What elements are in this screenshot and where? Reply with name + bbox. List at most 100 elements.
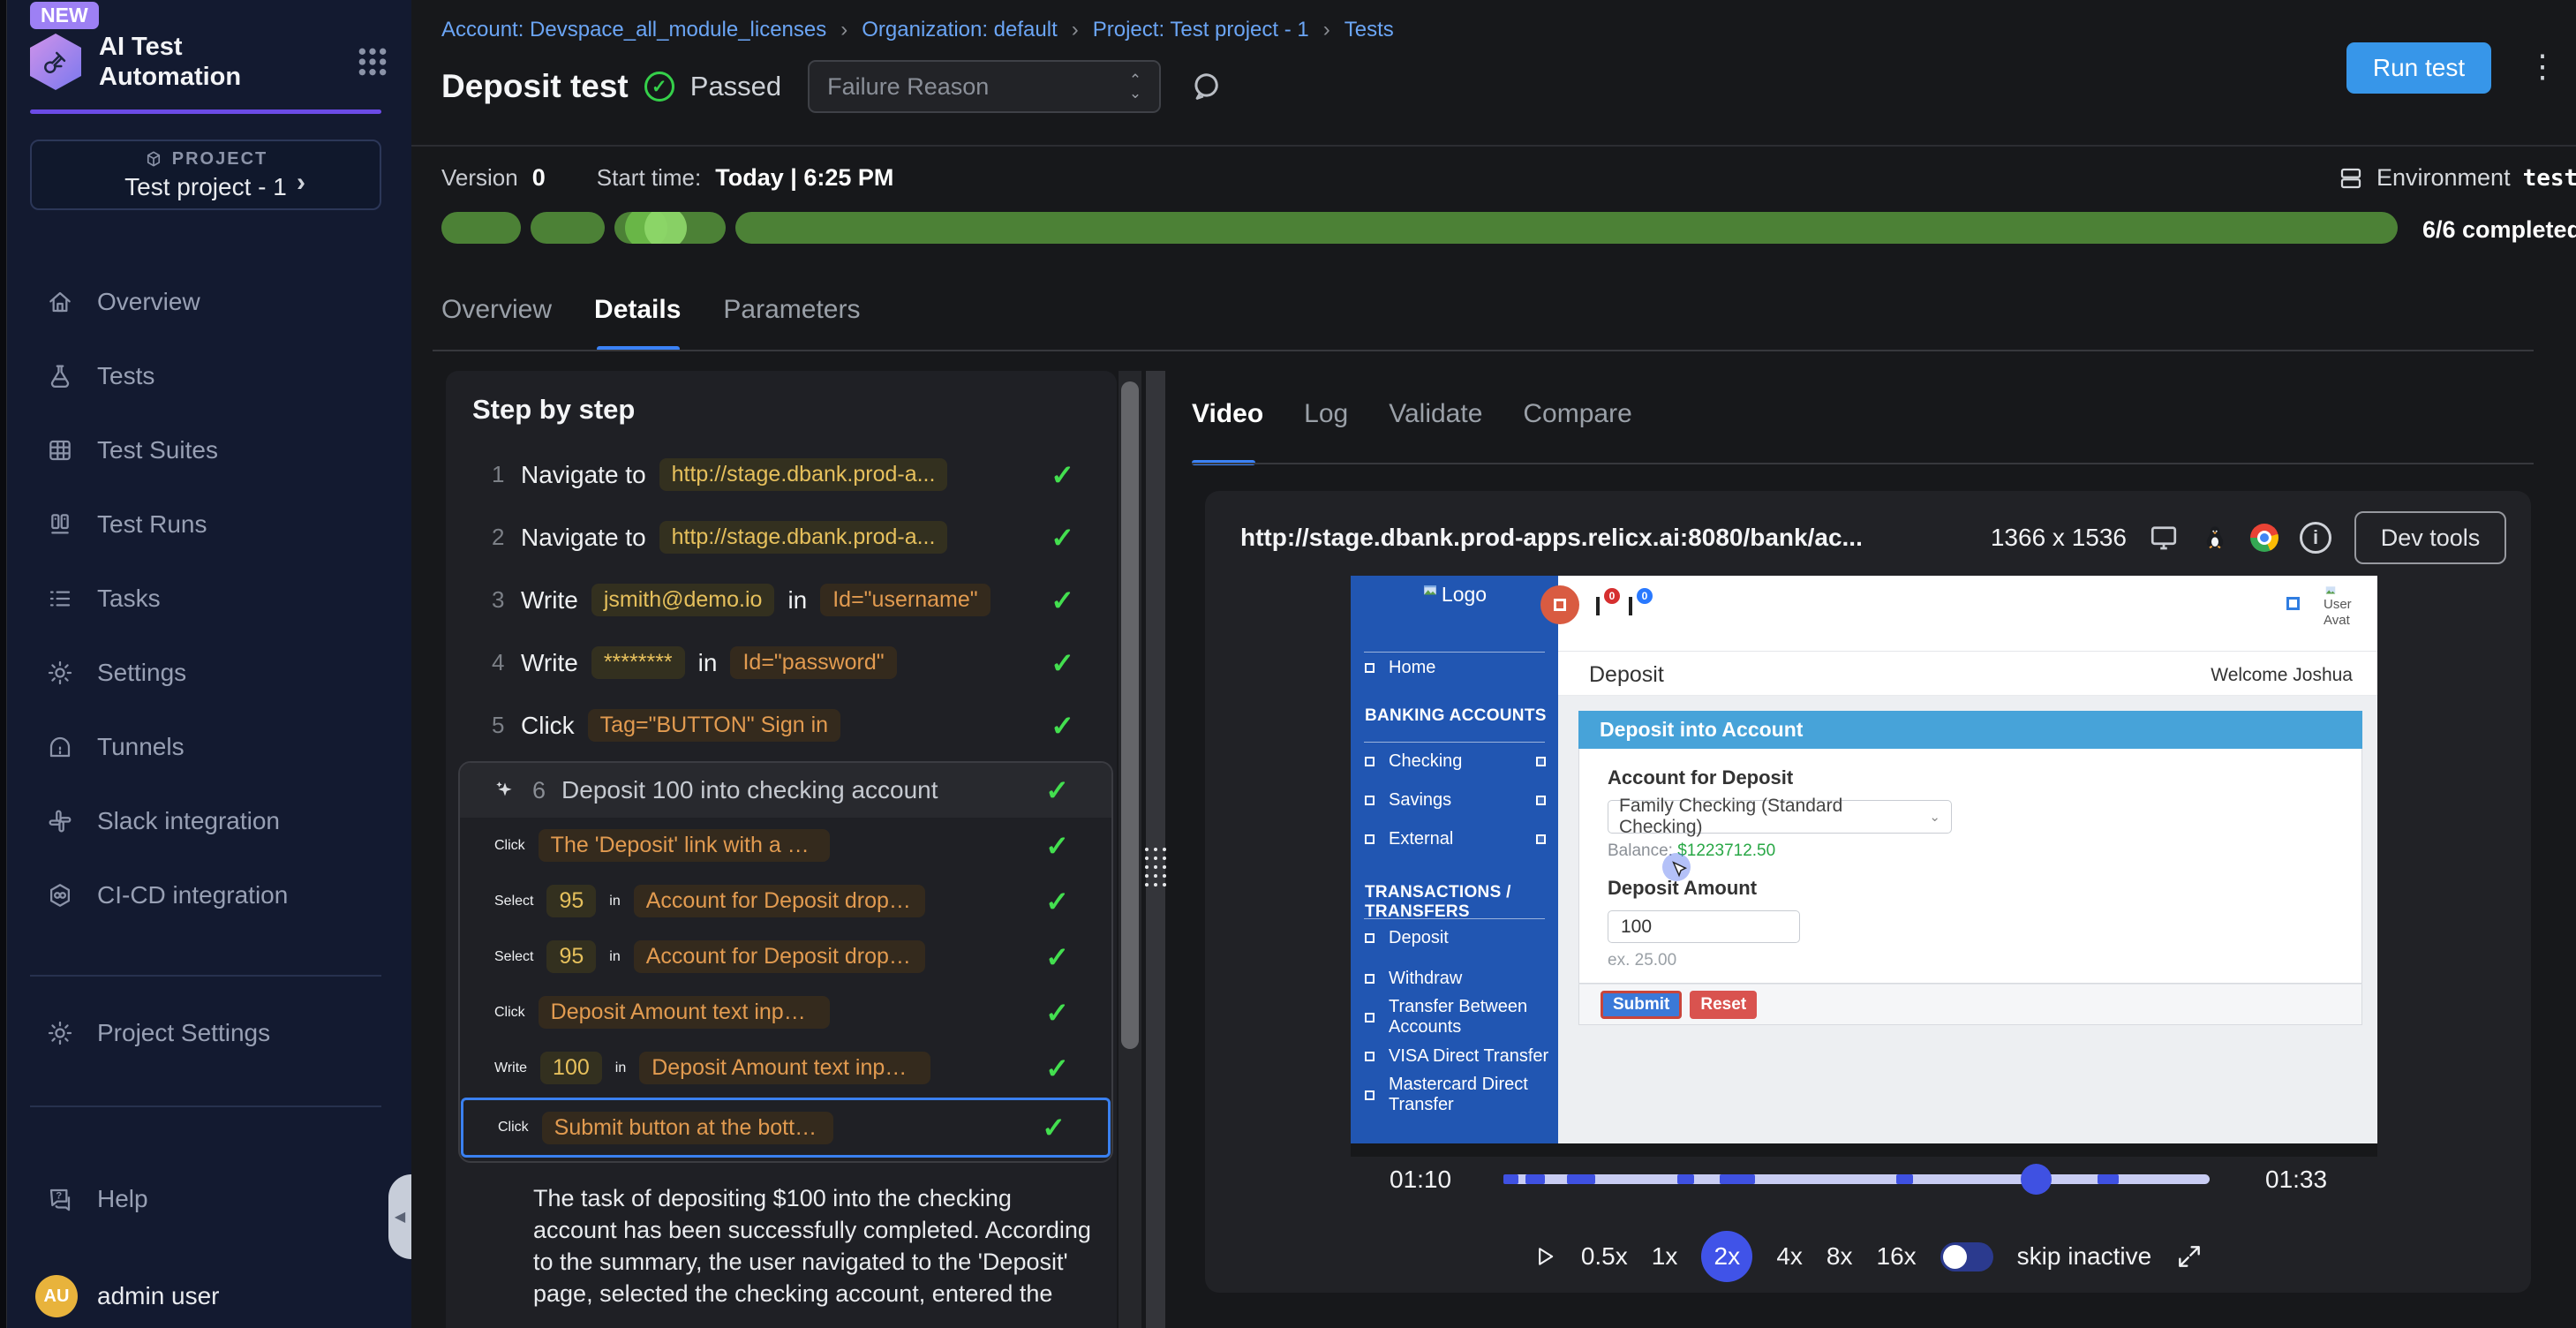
- tab-overview[interactable]: Overview: [441, 295, 552, 325]
- substep-row-4[interactable]: Click Deposit Amount text input ... ✓: [460, 985, 1111, 1040]
- run-test-button[interactable]: Run test: [2346, 42, 2491, 94]
- sidebar-item-project-settings[interactable]: Project Settings: [0, 996, 411, 1070]
- bank-nav-checking[interactable]: Checking: [1351, 746, 1558, 776]
- breadcrumb-project[interactable]: Project: Test project - 1: [1093, 18, 1309, 42]
- project-selector[interactable]: PROJECT Test project - 1 ›: [30, 140, 381, 210]
- step-row-1[interactable]: 1 Navigate to http://stage.dbank.prod-a.…: [446, 443, 1117, 506]
- step-action: Click: [521, 712, 575, 740]
- sidebar-item-settings[interactable]: Settings: [0, 636, 411, 710]
- play-icon[interactable]: [1533, 1244, 1557, 1269]
- bank-nav-visa-transfer[interactable]: VISA Direct Transfer: [1351, 1041, 1558, 1071]
- sidebar-collapse-handle[interactable]: ◀: [388, 1174, 411, 1259]
- user-menu[interactable]: AU admin user: [0, 1264, 411, 1328]
- dev-tools-button[interactable]: Dev tools: [2354, 511, 2506, 564]
- avatar: AU: [35, 1275, 78, 1317]
- tab-validate[interactable]: Validate: [1389, 399, 1482, 429]
- substep-row-6-selected[interactable]: Click Submit button at the botto... ✓: [461, 1098, 1111, 1158]
- sidebar-item-tunnels[interactable]: Tunnels: [0, 710, 411, 784]
- bank-submit-button[interactable]: Submit: [1601, 991, 1682, 1019]
- apps-grid-icon[interactable]: [355, 44, 390, 79]
- deposit-amount-input[interactable]: 100: [1608, 910, 1800, 943]
- bank-nav-label: Withdraw: [1389, 969, 1462, 989]
- fullscreen-icon[interactable]: [2175, 1242, 2203, 1271]
- bank-reset-button[interactable]: Reset: [1690, 991, 1757, 1019]
- substep-row-2[interactable]: Select 95 in Account for Deposit dropd..…: [460, 873, 1111, 929]
- sidebar-item-test-suites[interactable]: Test Suites: [0, 413, 411, 487]
- scrollbar-thumb[interactable]: [1121, 381, 1139, 1049]
- video-resolution: 1366 x 1536: [1991, 524, 2127, 552]
- bank-nav-label: Checking: [1389, 751, 1462, 772]
- failure-reason-select[interactable]: Failure Reason ⌃⌄: [808, 60, 1161, 113]
- bank-nav-mastercard-transfer[interactable]: Mastercard Direct Transfer: [1351, 1080, 1558, 1110]
- speed-0-5x[interactable]: 0.5x: [1581, 1242, 1628, 1271]
- badge-count: 0: [1604, 588, 1620, 604]
- bank-nav-transfer[interactable]: Transfer Between Accounts: [1351, 1002, 1558, 1032]
- breadcrumb-tests[interactable]: Tests: [1344, 18, 1394, 42]
- notification-icon-2[interactable]: 0: [1629, 599, 1632, 615]
- step-row-2[interactable]: 2 Navigate to http://stage.dbank.prod-a.…: [446, 506, 1117, 569]
- substep-row-1[interactable]: Click The 'Deposit' link with a si... ✓: [460, 818, 1111, 873]
- breadcrumb-account[interactable]: Account: Devspace_all_module_licenses: [441, 18, 826, 42]
- tab-details[interactable]: Details: [594, 295, 681, 325]
- linux-penguin-icon: [2201, 524, 2229, 552]
- notification-icon-1[interactable]: 0: [1596, 599, 1600, 615]
- speed-16x[interactable]: 16x: [1877, 1242, 1917, 1271]
- speed-1x[interactable]: 1x: [1652, 1242, 1678, 1271]
- detail-tabs: Overview Details Parameters: [441, 295, 860, 325]
- step-action: Click: [494, 838, 525, 854]
- step-locator-badge: Id="username": [820, 584, 990, 616]
- tab-video[interactable]: Video: [1192, 399, 1263, 429]
- sidebar-item-help[interactable]: ? Help: [0, 1162, 411, 1236]
- video-player-card: http://stage.dbank.prod-apps.relicx.ai:8…: [1205, 491, 2531, 1293]
- breadcrumb: Account: Devspace_all_module_licenses › …: [441, 18, 1394, 42]
- tab-compare[interactable]: Compare: [1523, 399, 1631, 429]
- speed-2x-active[interactable]: 2x: [1701, 1231, 1752, 1282]
- bank-nav-withdraw[interactable]: Withdraw: [1351, 963, 1558, 993]
- environment-icon: [2338, 165, 2364, 192]
- sidebar-item-overview[interactable]: Overview: [0, 265, 411, 339]
- breadcrumb-organization[interactable]: Organization: default: [862, 18, 1057, 42]
- sidebar-item-cicd-integration[interactable]: CI-CD integration: [0, 858, 411, 932]
- comment-icon[interactable]: [1189, 69, 1224, 104]
- step-row-5[interactable]: 5 Click Tag="BUTTON" Sign in ✓: [446, 694, 1117, 757]
- ai-sparkle-icon: [493, 779, 516, 802]
- app-sidebar: NEW AI Test Automation PROJECT Test proj…: [0, 0, 411, 1328]
- substep-row-3[interactable]: Select 95 in Account for Deposit dropd..…: [460, 929, 1111, 985]
- kebab-menu-icon[interactable]: ⋮: [2527, 46, 2558, 87]
- deposit-amount-label: Deposit Amount: [1608, 877, 2340, 900]
- bank-nav-deposit[interactable]: Deposit: [1351, 923, 1558, 953]
- playhead[interactable]: [2021, 1164, 2052, 1195]
- app-logo-icon: [30, 34, 81, 90]
- sidebar-item-label: Tasks: [97, 585, 161, 613]
- step-row-4[interactable]: 4 Write ******** in Id="password" ✓: [446, 631, 1117, 694]
- bank-nav-label: Mastercard Direct Transfer: [1389, 1075, 1558, 1115]
- header-checkbox-icon[interactable]: [2286, 597, 2300, 610]
- speed-4x[interactable]: 4x: [1776, 1242, 1803, 1271]
- sidebar-item-tests[interactable]: Tests: [0, 339, 411, 413]
- info-icon[interactable]: i: [2300, 522, 2331, 554]
- sidebar-item-test-runs[interactable]: Test Runs: [0, 487, 411, 562]
- step-action: Write: [494, 1060, 527, 1076]
- step-row-3[interactable]: 3 Write jsmith@demo.io in Id="username" …: [446, 569, 1117, 631]
- sidebar-item-tasks[interactable]: Tasks: [0, 562, 411, 636]
- account-select[interactable]: Family Checking (Standard Checking) ⌄: [1608, 800, 1952, 834]
- skip-inactive-toggle[interactable]: [1940, 1242, 1993, 1271]
- seek-bar[interactable]: [1503, 1174, 2210, 1184]
- step-group-header[interactable]: 6 Deposit 100 into checking account ✓: [460, 763, 1111, 818]
- bank-nav-external[interactable]: External: [1351, 824, 1558, 854]
- bank-nav-label: Home: [1389, 658, 1435, 678]
- tab-log[interactable]: Log: [1304, 399, 1348, 429]
- tab-parameters[interactable]: Parameters: [723, 295, 860, 325]
- flask-icon: [46, 362, 74, 390]
- substep-row-5[interactable]: Write 100 in Deposit Amount text input .…: [460, 1040, 1111, 1096]
- step-success-icon: ✓: [1045, 1052, 1069, 1085]
- step-locator-badge: Tag="BUTTON" Sign in: [588, 709, 840, 742]
- speed-8x[interactable]: 8x: [1827, 1242, 1853, 1271]
- bank-nav-savings[interactable]: Savings: [1351, 785, 1558, 815]
- sidebar-item-slack-integration[interactable]: Slack integration: [0, 784, 411, 858]
- grid-table-icon: [46, 436, 74, 464]
- step-value-badge: 95: [546, 885, 596, 917]
- sidebar-item-label: Test Runs: [97, 510, 207, 539]
- panel-resize-handle[interactable]: [1146, 371, 1165, 1328]
- bank-nav-home[interactable]: Home: [1351, 653, 1558, 683]
